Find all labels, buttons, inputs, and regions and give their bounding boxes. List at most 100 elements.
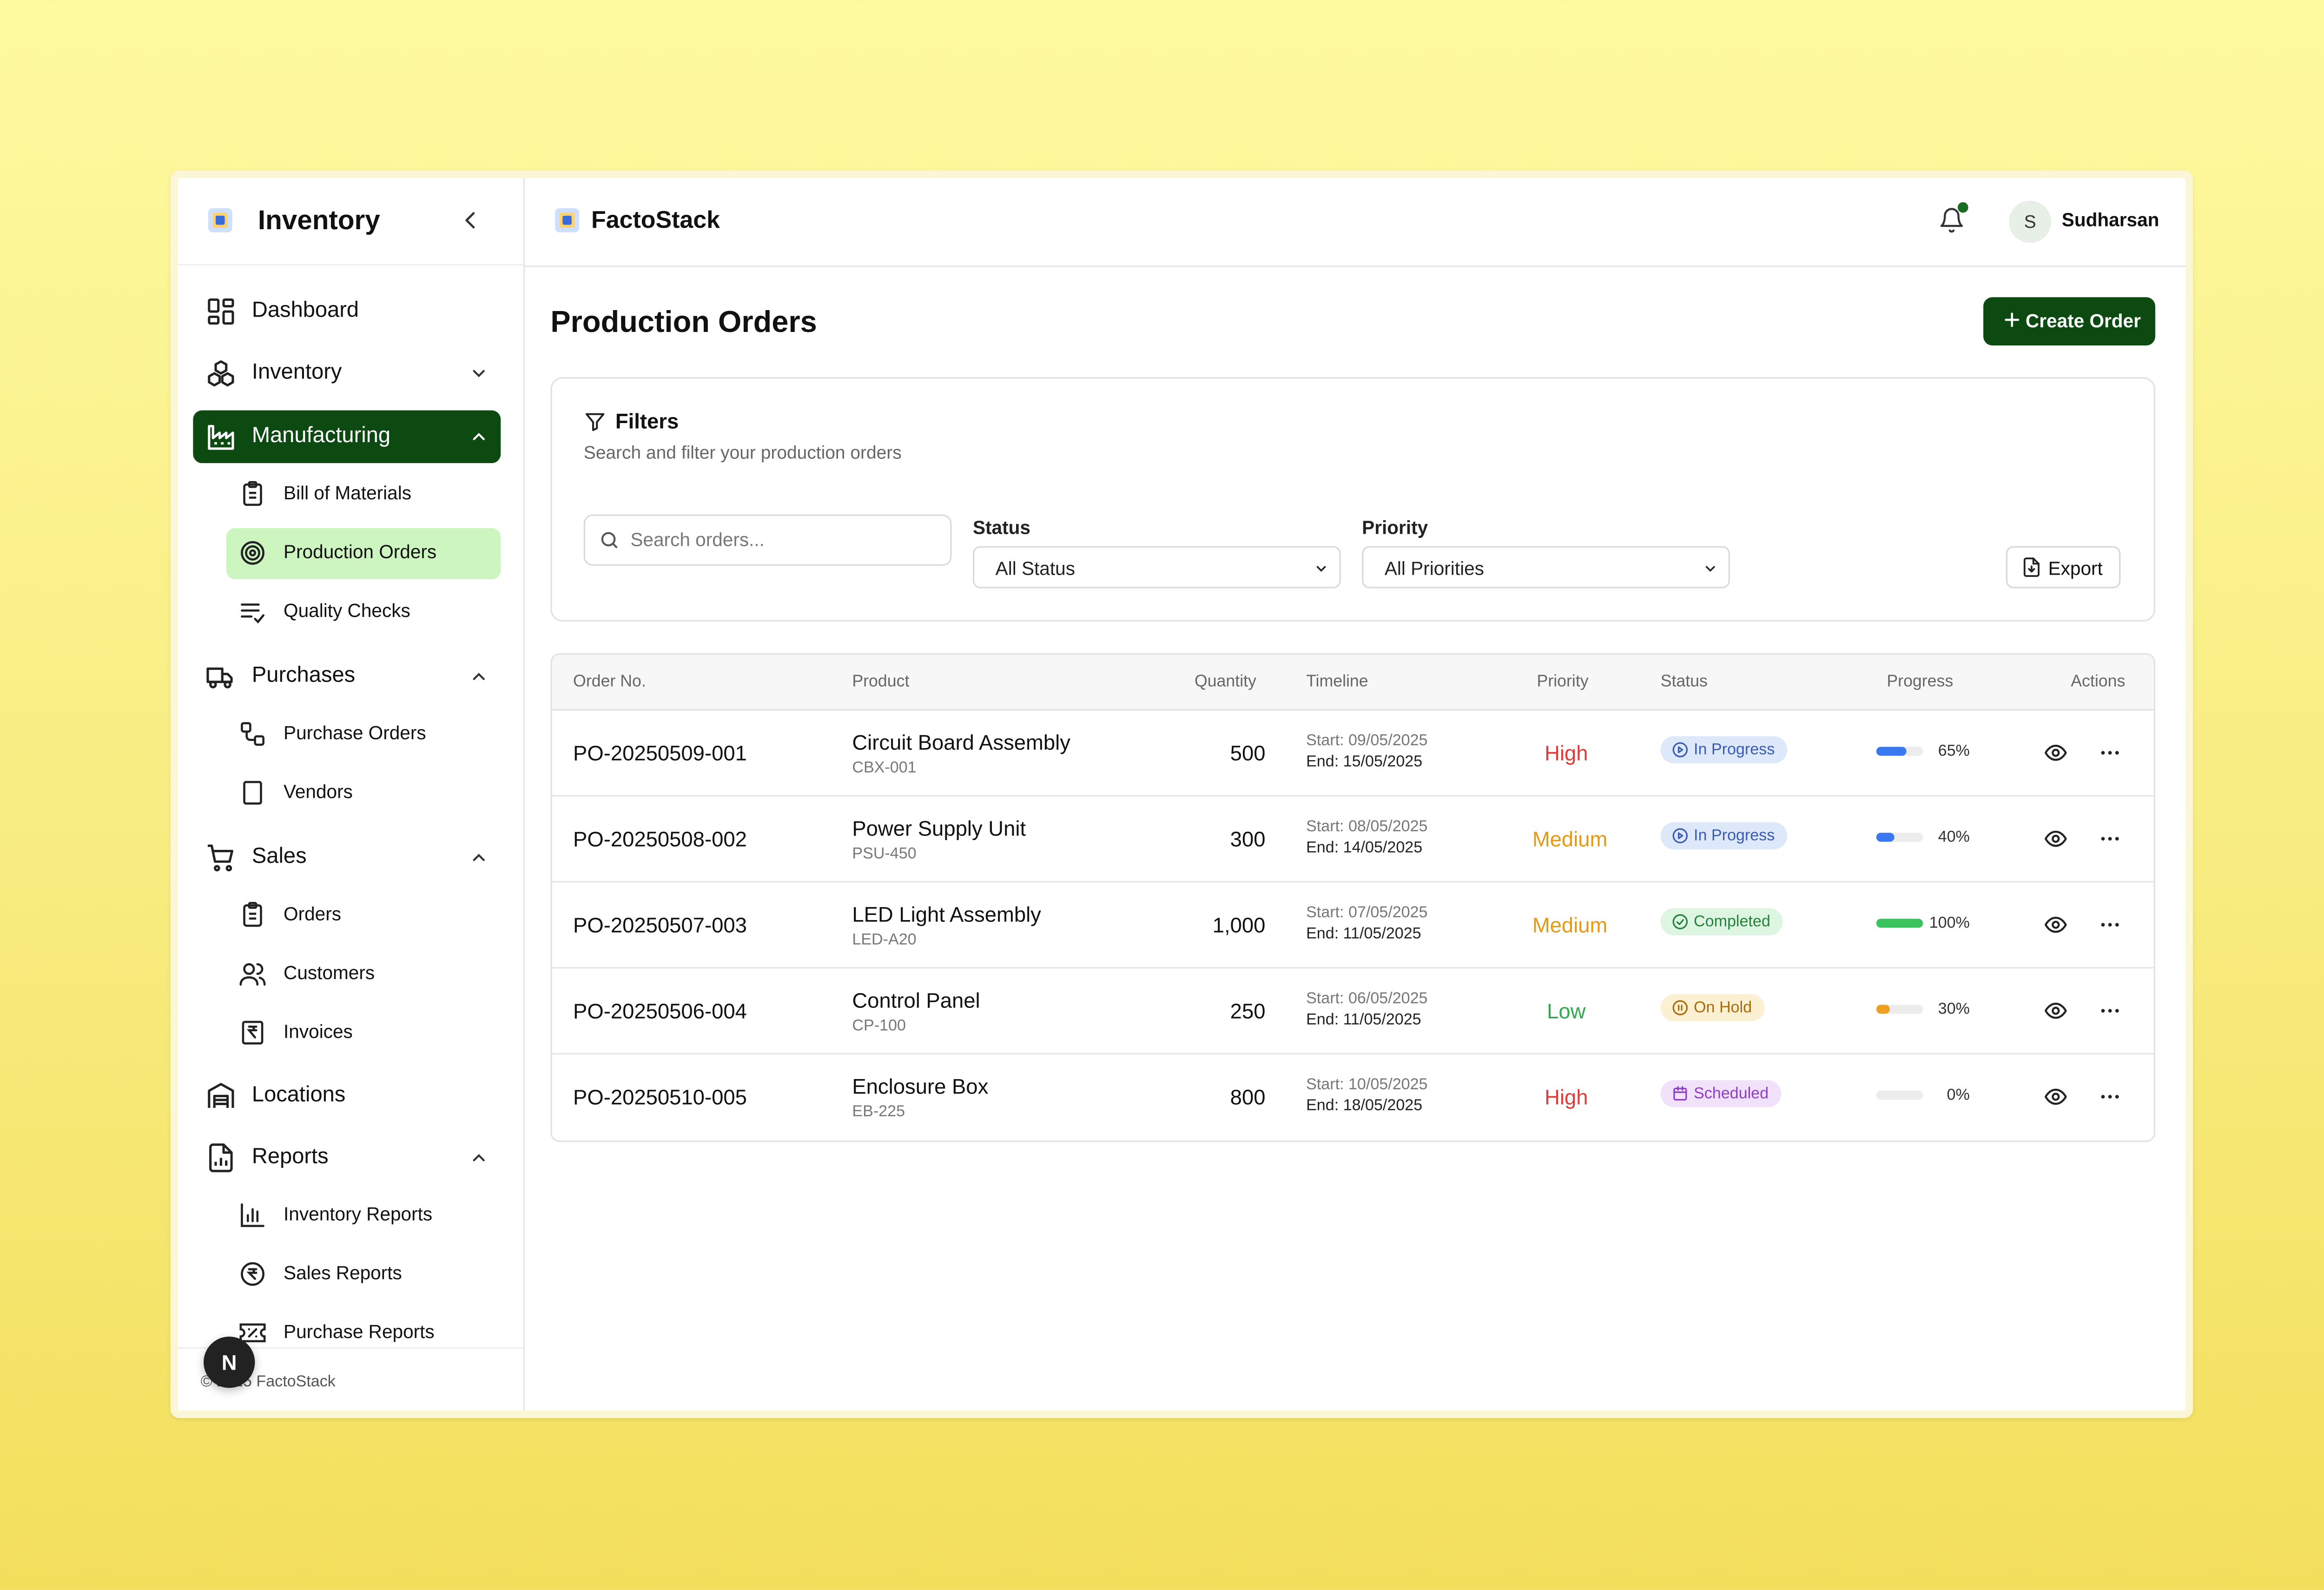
filters-subtitle: Search and filter your production orders	[583, 442, 902, 464]
column-header[interactable]: Product	[852, 673, 909, 691]
more-horizontal-icon[interactable]	[2098, 913, 2122, 937]
product-sku: PSU-450	[852, 845, 917, 863]
boxes-icon	[208, 360, 234, 387]
product-name: Power Supply Unit	[852, 816, 1026, 841]
export-button[interactable]: Export	[2006, 546, 2121, 589]
collapse-sidebar-icon[interactable]	[458, 208, 482, 232]
sidebar-item-inventory[interactable]: Inventory	[193, 347, 501, 400]
sidebar-item-label: Sales Reports	[284, 1262, 402, 1284]
more-horizontal-icon[interactable]	[2098, 827, 2122, 851]
sidebar-item-purchases[interactable]: Purchases	[193, 650, 501, 703]
progress-fill	[1876, 1005, 1890, 1014]
eye-icon[interactable]	[2044, 913, 2068, 937]
column-header[interactable]: Quantity	[1195, 673, 1256, 691]
status-filter-label: Status	[972, 517, 1030, 539]
progress-bar	[1876, 1005, 1923, 1014]
more-horizontal-icon[interactable]	[2098, 741, 2122, 765]
sidebar-item-label: Manufacturing	[251, 424, 391, 448]
sidebar-item-customers[interactable]: Customers	[226, 949, 501, 1000]
table-header: Order No. Product Quantity Timeline Prio…	[552, 655, 2154, 711]
sidebar-item-label: Vendors	[284, 781, 353, 803]
sidebar-item-locations[interactable]: Locations	[193, 1070, 501, 1123]
top-header: FactoStack S Sudharsan	[523, 178, 2185, 267]
sidebar-item-sales[interactable]: Sales	[193, 831, 501, 884]
column-header[interactable]: Priority	[1537, 673, 1589, 691]
sidebar-item-purchase-orders[interactable]: Purchase Orders	[226, 709, 501, 760]
status-label: On Hold	[1694, 999, 1752, 1017]
sidebar-item-inventory-reports[interactable]: Inventory Reports	[226, 1190, 501, 1241]
timeline-end: End: 11/05/2025	[1306, 925, 1421, 943]
target-icon	[241, 541, 264, 565]
sidebar-item-manufacturing[interactable]: Manufacturing	[193, 410, 501, 464]
status-label: Scheduled	[1694, 1085, 1769, 1103]
column-header[interactable]: Progress	[1887, 673, 1953, 691]
file-download-icon	[2023, 557, 2040, 577]
progress-bar	[1876, 833, 1923, 842]
sidebar-item-label: Orders	[284, 903, 342, 925]
create-order-button[interactable]: Create Order	[1983, 297, 2155, 346]
order-number: PO-20250510-005	[573, 1085, 747, 1109]
column-header[interactable]: Order No.	[573, 673, 646, 691]
progress-percent: 40%	[1938, 828, 1970, 847]
priority-select[interactable]: All Priorities	[1362, 546, 1730, 589]
order-number: PO-20250506-004	[573, 999, 747, 1023]
sidebar-item-production-orders[interactable]: Production Orders	[226, 528, 501, 580]
timeline-end: End: 11/05/2025	[1306, 1011, 1421, 1029]
play-circle-icon	[1672, 828, 1688, 843]
status-select[interactable]: All Status	[972, 546, 1341, 589]
product-name: Control Panel	[852, 988, 980, 1013]
filters-title: Filters	[615, 409, 679, 433]
sidebar-item-label: Purchase Orders	[284, 722, 426, 744]
product-sku: LED-A20	[852, 931, 917, 949]
dev-tools-badge[interactable]: N	[204, 1336, 255, 1388]
avatar[interactable]: S	[2009, 200, 2052, 243]
timeline-start: Start: 08/05/2025	[1306, 817, 1428, 836]
sidebar-item-quality-checks[interactable]: Quality Checks	[226, 587, 501, 638]
chevron-up-icon	[473, 673, 485, 680]
chevron-down-icon	[473, 370, 485, 378]
sidebar-item-label: Sales	[251, 845, 307, 869]
more-horizontal-icon[interactable]	[2098, 999, 2122, 1023]
chevron-down-icon	[1316, 566, 1326, 572]
chevron-up-icon	[473, 1154, 485, 1161]
sidebar-item-label: Production Orders	[284, 541, 437, 563]
sidebar-item-bill-of-materials[interactable]: Bill of Materials	[226, 469, 501, 520]
table-row[interactable]: PO-20250507-003 LED Light Assembly LED-A…	[552, 881, 2154, 969]
sidebar-item-vendors[interactable]: Vendors	[226, 768, 501, 819]
progress-bar	[1876, 919, 1923, 928]
column-header[interactable]: Status	[1661, 673, 1708, 691]
eye-icon[interactable]	[2044, 999, 2068, 1023]
sidebar-item-label: Quality Checks	[284, 600, 410, 622]
sidebar-item-invoices[interactable]: Invoices	[226, 1008, 501, 1059]
progress-percent: 100%	[1929, 914, 1970, 933]
table-row[interactable]: PO-20250509-001 Circuit Board Assembly C…	[552, 709, 2154, 797]
user-name[interactable]: Sudharsan	[2062, 210, 2159, 231]
eye-icon[interactable]	[2044, 1085, 2068, 1109]
product-name: LED Light Assembly	[852, 902, 1041, 927]
status-label: In Progress	[1694, 827, 1775, 845]
priority-text: Medium	[1532, 827, 1608, 851]
pause-circle-icon	[1672, 1000, 1688, 1015]
sidebar-item-sales-reports[interactable]: Sales Reports	[226, 1249, 501, 1300]
sidebar-item-dashboard[interactable]: Dashboard	[193, 285, 501, 338]
eye-icon[interactable]	[2044, 741, 2068, 765]
status-badge: In Progress	[1660, 822, 1787, 849]
quantity: 1,000	[1212, 913, 1266, 937]
search-icon	[601, 532, 618, 548]
eye-icon[interactable]	[2044, 827, 2068, 851]
sidebar-item-reports[interactable]: Reports	[193, 1132, 501, 1185]
progress-fill	[1876, 833, 1895, 842]
brand-name: FactoStack	[591, 208, 720, 234]
sidebar-item-orders[interactable]: Orders	[226, 890, 501, 941]
table-row[interactable]: PO-20250508-002 Power Supply Unit PSU-45…	[552, 795, 2154, 883]
more-horizontal-icon[interactable]	[2098, 1085, 2122, 1109]
search-field[interactable]	[583, 514, 952, 566]
timeline-start: Start: 07/05/2025	[1306, 903, 1428, 922]
column-header[interactable]: Timeline	[1306, 673, 1368, 691]
table-row[interactable]: PO-20250510-005 Enclosure Box EB-225 800…	[552, 1053, 2154, 1139]
search-input[interactable]	[627, 528, 935, 552]
product-name: Circuit Board Assembly	[852, 730, 1070, 755]
table-row[interactable]: PO-20250506-004 Control Panel CP-100 250…	[552, 967, 2154, 1055]
progress-bar	[1876, 1091, 1923, 1100]
status-select-value: All Status	[995, 558, 1076, 580]
